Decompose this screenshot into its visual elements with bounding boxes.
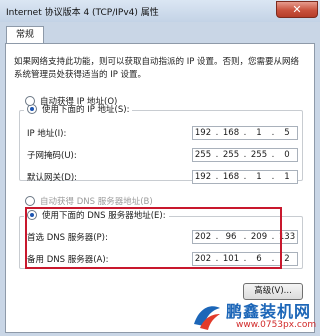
- window-title: Internet 协议版本 4 (TCP/IPv4) 属性: [6, 8, 159, 18]
- dns-auto-radio[interactable]: [25, 196, 35, 206]
- ip-address-octet-3: 1: [256, 128, 262, 138]
- default-gateway-label: 默认网关(D):: [27, 173, 78, 183]
- subnet-mask-octet-1: 255: [194, 150, 212, 160]
- subnet-mask-octet-2: 255: [222, 150, 240, 160]
- watermark-logo-icon: [194, 306, 220, 330]
- default-gateway-octet-1: 192: [194, 172, 212, 182]
- default-gateway-field[interactable]: 192. 168. 1. 1: [192, 170, 298, 184]
- title-bar: Internet 协议版本 4 (TCP/IPv4) 属性 ✕: [0, 0, 320, 22]
- description-text: 如果网络支持此功能，则可以获取自动指派的 IP 设置。否则，您需要从网络系统管理…: [14, 57, 300, 80]
- tab-strip: 常规: [0, 22, 320, 44]
- close-button[interactable]: ✕: [276, 1, 318, 18]
- ip-address-field[interactable]: 192. 168. 1. 5: [192, 126, 298, 140]
- default-gateway-octet-2: 168: [222, 172, 240, 182]
- ip-auto-option[interactable]: 自动获得 IP 地址(O): [25, 94, 117, 108]
- ip-auto-radio[interactable]: [25, 96, 35, 106]
- tab-general[interactable]: 常规: [6, 26, 44, 44]
- watermark: 鹏鑫装机网 www.0753px.com: [188, 298, 320, 336]
- watermark-url: www.0753px.com: [236, 320, 317, 330]
- ip-address-octet-1: 192: [194, 128, 212, 138]
- default-gateway-octet-4: 1: [284, 172, 290, 182]
- subnet-mask-octet-4: 0: [284, 150, 290, 160]
- ip-address-octet-2: 168: [222, 128, 240, 138]
- dns-highlight-box: [25, 207, 282, 269]
- subnet-mask-octet-3: 255: [250, 150, 268, 160]
- dns-auto-option[interactable]: 自动获得 DNS 服务器地址(B): [25, 194, 153, 208]
- ip-auto-label: 自动获得 IP 地址(O): [40, 97, 118, 107]
- ip-address-label: IP 地址(I):: [27, 129, 67, 139]
- default-gateway-octet-3: 1: [256, 172, 262, 182]
- dns-auto-label: 自动获得 DNS 服务器地址(B): [40, 197, 153, 207]
- subnet-mask-label: 子网掩码(U):: [27, 151, 77, 161]
- ip-address-octet-4: 5: [284, 128, 290, 138]
- watermark-title: 鹏鑫装机网: [226, 302, 312, 321]
- close-icon: ✕: [292, 3, 302, 16]
- tab-panel-general: 如果网络支持此功能，则可以获取自动指派的 IP 设置。否则，您需要从网络系统管理…: [5, 43, 315, 333]
- subnet-mask-field[interactable]: 255. 255. 255. 0: [192, 148, 298, 162]
